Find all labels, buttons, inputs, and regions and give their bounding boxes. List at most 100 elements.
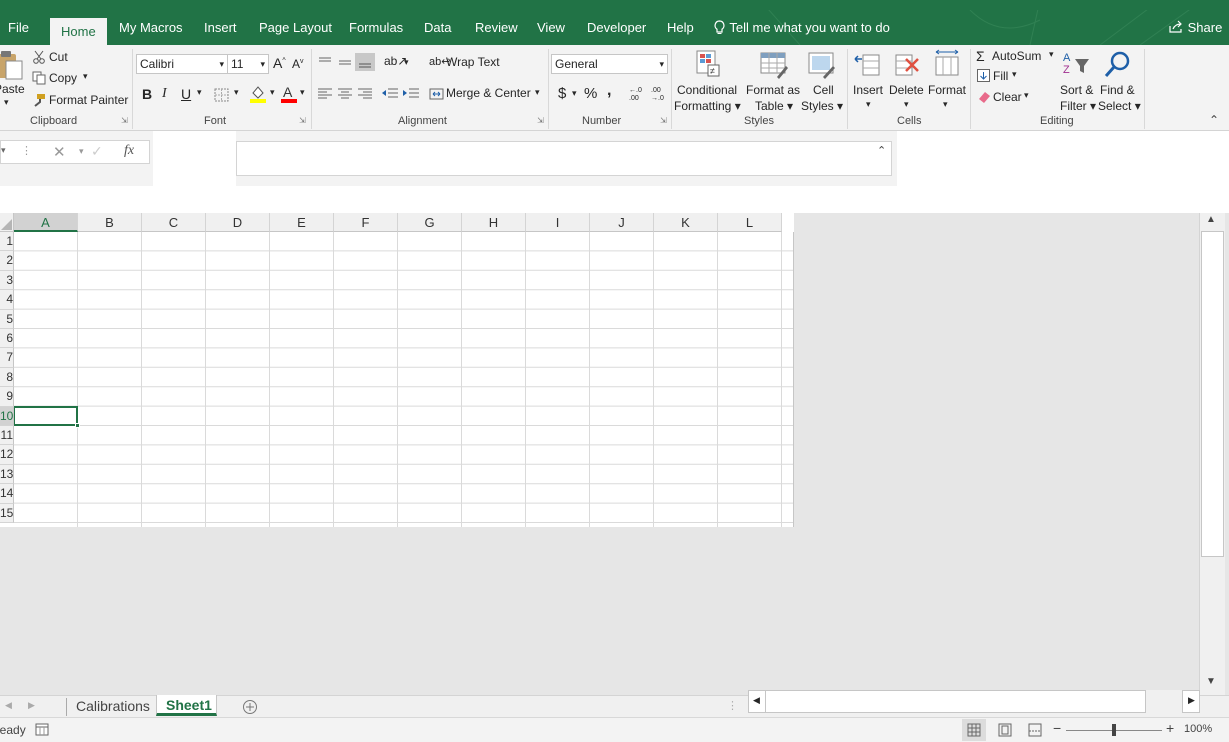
number-launcher-icon[interactable]: ⇲ bbox=[660, 116, 667, 125]
align-center-icon[interactable] bbox=[337, 87, 353, 101]
font-size-dropdown[interactable]: 11 ▾ bbox=[227, 54, 269, 74]
top-align-icon[interactable] bbox=[317, 55, 333, 69]
fill-color-icon[interactable] bbox=[249, 84, 267, 104]
select-all-button[interactable] bbox=[0, 213, 14, 232]
tab-my-macros[interactable]: My Macros bbox=[119, 10, 183, 45]
cancel-entry-icon[interactable]: ✕ bbox=[53, 143, 66, 161]
currency-button[interactable]: $ bbox=[558, 85, 566, 102]
bold-button[interactable]: B bbox=[142, 86, 152, 102]
vertical-scroll-thumb[interactable] bbox=[1201, 231, 1224, 557]
scroll-left-button[interactable]: ◀ bbox=[748, 690, 766, 713]
tab-home[interactable]: Home bbox=[50, 18, 107, 45]
column-header[interactable]: D bbox=[206, 213, 270, 232]
increase-indent-icon[interactable] bbox=[402, 87, 420, 101]
zoom-in-button[interactable]: + bbox=[1166, 720, 1174, 736]
zoom-slider-thumb[interactable] bbox=[1112, 724, 1116, 736]
column-header[interactable]: L bbox=[718, 213, 782, 232]
column-header[interactable]: J bbox=[590, 213, 654, 232]
column-header[interactable]: I bbox=[526, 213, 590, 232]
fill-handle[interactable] bbox=[75, 422, 80, 428]
font-launcher-icon[interactable]: ⇲ bbox=[299, 116, 306, 125]
tab-data[interactable]: Data bbox=[424, 10, 451, 45]
underline-button[interactable]: U bbox=[181, 86, 191, 102]
share-button[interactable]: Share bbox=[1168, 10, 1222, 45]
decrease-indent-icon[interactable] bbox=[381, 87, 399, 101]
splitter-grip-icon[interactable]: ⋮ bbox=[727, 699, 738, 712]
insert-function-button[interactable]: fx bbox=[124, 143, 134, 159]
bottom-align-icon[interactable] bbox=[355, 53, 375, 71]
row-header[interactable]: 14 bbox=[0, 484, 14, 504]
tab-file[interactable]: File bbox=[8, 10, 29, 45]
zoom-out-button[interactable]: − bbox=[1053, 720, 1061, 736]
borders-dropdown-icon[interactable]: ▾ bbox=[234, 87, 239, 98]
row-header[interactable]: 6 bbox=[0, 329, 14, 349]
sort-filter-button[interactable]: AZ Sort & Filter ▾ bbox=[1058, 47, 1100, 113]
format-as-table-button[interactable]: Format as Table ▾ bbox=[745, 47, 801, 113]
orientation-dropdown-icon[interactable]: ▾ bbox=[404, 57, 409, 68]
underline-dropdown-icon[interactable]: ▾ bbox=[197, 87, 202, 98]
column-header[interactable]: E bbox=[270, 213, 334, 232]
font-color-icon[interactable]: A bbox=[280, 84, 298, 104]
font-name-dropdown[interactable]: Calibri ▾ bbox=[136, 54, 228, 74]
column-header[interactable]: B bbox=[78, 213, 142, 232]
column-header[interactable]: K bbox=[654, 213, 718, 232]
align-left-icon[interactable] bbox=[317, 87, 333, 101]
worksheet-grid[interactable]: ABCDEFGHIJKL 1 2 3 4 5 6 7 8 9 10 11 12 13 14 15 bbox=[0, 213, 794, 527]
find-select-button[interactable]: Find & Select ▾ bbox=[1098, 47, 1142, 113]
font-color-dropdown-icon[interactable]: ▾ bbox=[300, 87, 305, 98]
collapse-ribbon-icon[interactable]: ⌃ bbox=[1209, 113, 1219, 127]
column-header[interactable]: F bbox=[334, 213, 398, 232]
horizontal-scrollbar[interactable]: ◀ ▶ bbox=[748, 690, 1200, 714]
alignment-launcher-icon[interactable]: ⇲ bbox=[537, 116, 544, 125]
row-header[interactable]: 2 bbox=[0, 251, 14, 271]
horizontal-scroll-thumb[interactable] bbox=[765, 690, 1146, 713]
scroll-up-icon[interactable]: ▲ bbox=[1206, 214, 1216, 225]
cell-area[interactable] bbox=[14, 232, 794, 527]
increase-decimal-button[interactable]: ←.0.00 bbox=[629, 87, 649, 103]
tell-me-box[interactable]: Tell me what you want to do bbox=[713, 10, 890, 45]
merge-center-button[interactable]: Merge & Center ▾ bbox=[429, 86, 547, 104]
tab-scroll-right-icon[interactable]: ▶ bbox=[28, 700, 35, 711]
normal-view-button[interactable] bbox=[962, 719, 986, 741]
sheet-tab-sheet1[interactable]: Sheet1 bbox=[156, 695, 217, 716]
clipboard-launcher-icon[interactable]: ⇲ bbox=[121, 116, 128, 125]
tab-page-layout[interactable]: Page Layout bbox=[259, 10, 332, 45]
column-header[interactable]: A bbox=[14, 213, 78, 232]
row-header[interactable]: 13 bbox=[0, 464, 14, 485]
paste-button[interactable]: Paste ▾ bbox=[0, 49, 28, 109]
row-header[interactable]: 1 bbox=[0, 232, 14, 252]
conditional-formatting-button[interactable]: ≠ Conditional Formatting ▾ bbox=[674, 47, 744, 113]
percent-button[interactable]: % bbox=[584, 85, 597, 102]
sheet-tab-calibrations[interactable]: Calibrations bbox=[76, 698, 150, 714]
new-sheet-icon[interactable] bbox=[242, 699, 258, 715]
clear-button[interactable]: Clear ▾ bbox=[976, 89, 1036, 105]
fill-color-dropdown-icon[interactable]: ▾ bbox=[270, 87, 275, 98]
enter-icon[interactable]: ✓ bbox=[91, 143, 103, 160]
align-right-icon[interactable] bbox=[357, 87, 373, 101]
tab-formulas[interactable]: Formulas bbox=[349, 10, 403, 45]
row-header[interactable]: 12 bbox=[0, 445, 14, 465]
tab-scroll-left-icon[interactable]: ◀ bbox=[5, 700, 12, 711]
row-header[interactable]: 15 bbox=[0, 503, 14, 523]
row-header[interactable]: 5 bbox=[0, 309, 14, 329]
tab-developer[interactable]: Developer bbox=[587, 10, 646, 45]
vertical-scrollbar[interactable]: ▲ ▼ bbox=[1199, 213, 1225, 695]
format-cells-button[interactable]: Format ▾ bbox=[928, 47, 968, 113]
row-header[interactable]: 11 bbox=[0, 426, 14, 446]
scroll-down-icon[interactable]: ▼ bbox=[1206, 676, 1216, 687]
middle-align-icon[interactable] bbox=[337, 55, 353, 69]
zoom-level[interactable]: 100% bbox=[1184, 723, 1212, 735]
format-painter-button[interactable]: Format Painter bbox=[32, 92, 130, 108]
decrease-font-size-button[interactable]: Av bbox=[292, 57, 304, 71]
fill-button[interactable]: Fill ▾ bbox=[976, 68, 1026, 84]
row-header[interactable]: 3 bbox=[0, 270, 14, 291]
delete-cells-button[interactable]: Delete ▾ bbox=[888, 47, 928, 113]
page-layout-view-icon[interactable] bbox=[998, 723, 1012, 737]
row-header[interactable]: 10 bbox=[0, 406, 14, 426]
row-header[interactable]: 7 bbox=[0, 348, 14, 368]
column-header[interactable]: G bbox=[398, 213, 462, 232]
increase-font-size-button[interactable]: A^ bbox=[273, 55, 286, 71]
comma-style-button[interactable]: , bbox=[607, 82, 611, 100]
number-format-dropdown[interactable]: General ▾ bbox=[551, 54, 668, 74]
row-header[interactable]: 9 bbox=[0, 387, 14, 407]
